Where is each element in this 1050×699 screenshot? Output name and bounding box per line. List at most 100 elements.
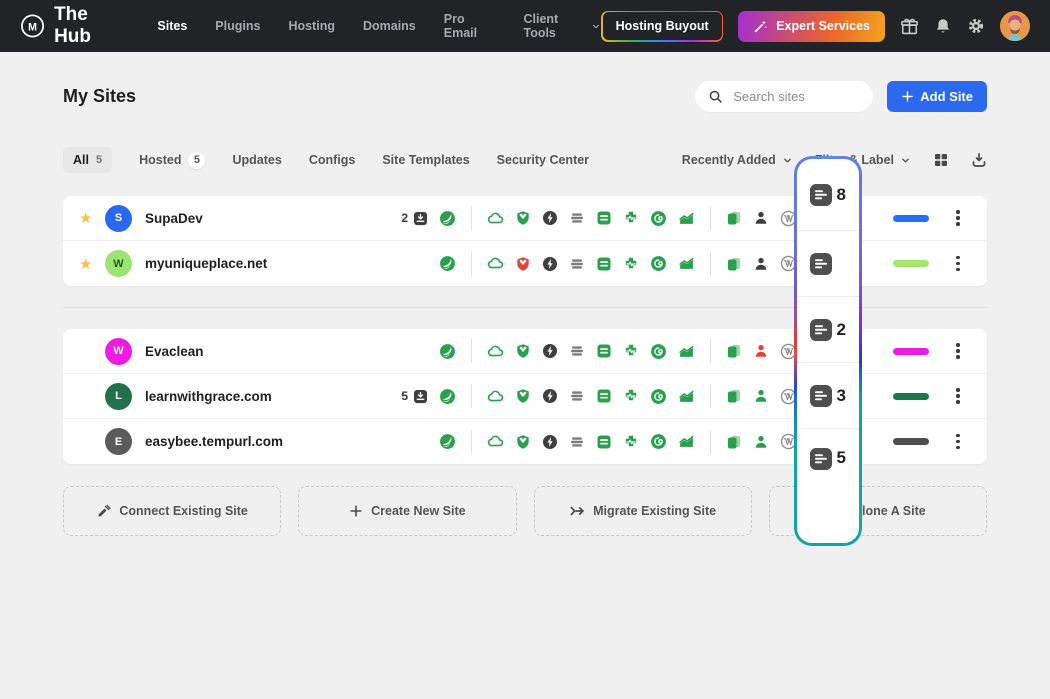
hosting-buyout-button[interactable]: Hosting Buyout: [601, 11, 723, 42]
analytics-icon[interactable]: [678, 343, 695, 360]
user-icon[interactable]: [753, 388, 769, 404]
hosting-cloud-icon[interactable]: [487, 210, 504, 227]
tab-all[interactable]: All5: [63, 147, 112, 173]
tab-updates[interactable]: Updates: [232, 153, 281, 167]
user-avatar[interactable]: [1000, 11, 1030, 41]
hosting-cloud-icon[interactable]: [487, 388, 504, 405]
nav-item-sites[interactable]: Sites: [157, 19, 187, 33]
site-name[interactable]: Evaclean: [145, 344, 388, 359]
notes-count-cell[interactable]: 5: [797, 429, 859, 543]
forminator-icon[interactable]: [596, 256, 612, 272]
analytics-icon[interactable]: [678, 433, 695, 450]
kebab-menu-icon[interactable]: [943, 388, 973, 404]
user-icon[interactable]: [753, 343, 769, 359]
kebab-menu-icon[interactable]: [943, 434, 973, 450]
analytics-icon[interactable]: [678, 210, 695, 227]
user-icon[interactable]: [753, 256, 769, 272]
defender-icon[interactable]: [515, 434, 531, 450]
site-name[interactable]: myuniqueplace.net: [145, 256, 388, 271]
kebab-menu-icon[interactable]: [943, 210, 973, 226]
snapshot-icon[interactable]: [726, 343, 742, 359]
shipper-icon[interactable]: [569, 210, 585, 226]
create-new-site-button[interactable]: Create New Site: [298, 486, 516, 536]
analytics-icon[interactable]: [678, 255, 695, 272]
smartcrawl-icon[interactable]: [650, 343, 667, 360]
kebab-menu-icon[interactable]: [943, 343, 973, 359]
connect-existing-site-button[interactable]: Connect Existing Site: [63, 486, 281, 536]
smush-icon[interactable]: [439, 255, 456, 272]
notes-count-cell[interactable]: [797, 231, 859, 297]
site-label-pill[interactable]: [893, 260, 929, 267]
updates-badge[interactable]: 5: [388, 389, 428, 404]
kebab-menu-icon[interactable]: [943, 256, 973, 272]
hummingbird-icon[interactable]: [542, 343, 558, 359]
export-icon[interactable]: [971, 152, 987, 168]
grid-view-icon[interactable]: [933, 152, 949, 168]
site-label-pill[interactable]: [893, 393, 929, 400]
gear-icon[interactable]: [967, 17, 985, 35]
notes-count-cell[interactable]: 8: [797, 159, 859, 231]
migrate-existing-site-button[interactable]: Migrate Existing Site: [534, 486, 752, 536]
updates-badge[interactable]: 2: [388, 211, 428, 226]
search-box[interactable]: [695, 81, 873, 112]
hosting-cloud-icon[interactable]: [487, 343, 504, 360]
tab-site-templates[interactable]: Site Templates: [382, 153, 469, 167]
bell-icon[interactable]: [934, 17, 952, 35]
nav-item-hosting[interactable]: Hosting: [288, 19, 335, 33]
hustle-icon[interactable]: [623, 388, 639, 404]
site-label-pill[interactable]: [893, 215, 929, 222]
hustle-icon[interactable]: [623, 210, 639, 226]
smartcrawl-icon[interactable]: [650, 255, 667, 272]
expert-services-button[interactable]: Expert Services: [738, 11, 885, 42]
favorite-star-icon[interactable]: ★: [79, 209, 105, 227]
site-name[interactable]: easybee.tempurl.com: [145, 434, 388, 449]
search-input[interactable]: [731, 88, 860, 105]
smartcrawl-icon[interactable]: [650, 388, 667, 405]
tab-configs[interactable]: Configs: [309, 153, 356, 167]
hummingbird-icon[interactable]: [542, 434, 558, 450]
forminator-icon[interactable]: [596, 388, 612, 404]
hosting-cloud-icon[interactable]: [487, 433, 504, 450]
shipper-icon[interactable]: [569, 388, 585, 404]
shipper-icon[interactable]: [569, 434, 585, 450]
notes-count-cell[interactable]: 3: [797, 363, 859, 429]
hub-logo[interactable]: M The Hub: [20, 4, 127, 48]
hummingbird-icon[interactable]: [542, 256, 558, 272]
forminator-icon[interactable]: [596, 434, 612, 450]
site-label-pill[interactable]: [893, 438, 929, 445]
snapshot-icon[interactable]: [726, 388, 742, 404]
site-label-pill[interactable]: [893, 348, 929, 355]
nav-item-client-tools[interactable]: Client Tools: [523, 12, 601, 40]
forminator-icon[interactable]: [596, 343, 612, 359]
snapshot-icon[interactable]: [726, 434, 742, 450]
hustle-icon[interactable]: [623, 256, 639, 272]
defender-icon[interactable]: [515, 343, 531, 359]
notes-count-cell[interactable]: 2: [797, 297, 859, 363]
gift-icon[interactable]: [900, 17, 919, 36]
tab-security-center[interactable]: Security Center: [497, 153, 589, 167]
user-icon[interactable]: [753, 210, 769, 226]
shipper-icon[interactable]: [569, 256, 585, 272]
nav-item-plugins[interactable]: Plugins: [215, 19, 260, 33]
nav-item-pro-email[interactable]: Pro Email: [444, 12, 496, 40]
smartcrawl-icon[interactable]: [650, 433, 667, 450]
tab-hosted[interactable]: Hosted5: [139, 152, 205, 169]
add-site-button[interactable]: Add Site: [887, 81, 987, 112]
smush-icon[interactable]: [439, 433, 456, 450]
defender-icon[interactable]: [515, 256, 531, 272]
hosting-cloud-icon[interactable]: [487, 255, 504, 272]
defender-icon[interactable]: [515, 210, 531, 226]
site-name[interactable]: learnwithgrace.com: [145, 389, 388, 404]
snapshot-icon[interactable]: [726, 256, 742, 272]
user-icon[interactable]: [753, 434, 769, 450]
nav-item-domains[interactable]: Domains: [363, 19, 416, 33]
smush-icon[interactable]: [439, 210, 456, 227]
sort-dropdown[interactable]: Recently Added: [682, 153, 793, 167]
hustle-icon[interactable]: [623, 434, 639, 450]
snapshot-icon[interactable]: [726, 210, 742, 226]
favorite-star-icon[interactable]: ★: [79, 255, 105, 273]
hustle-icon[interactable]: [623, 343, 639, 359]
defender-icon[interactable]: [515, 388, 531, 404]
hummingbird-icon[interactable]: [542, 210, 558, 226]
smartcrawl-icon[interactable]: [650, 210, 667, 227]
